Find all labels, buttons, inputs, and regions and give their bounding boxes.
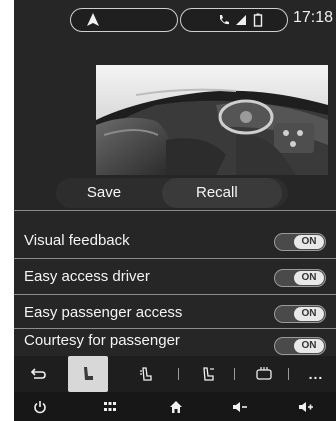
toggle-state: ON (294, 235, 324, 249)
setting-row-easy-passenger-access[interactable]: Easy passenger access ON (14, 300, 336, 328)
seat-function-bar: ... (14, 356, 336, 392)
toggle-state: ON (294, 339, 324, 353)
setting-row-visual-feedback[interactable]: Visual feedback ON (14, 228, 336, 256)
clock: 17:18 (293, 9, 334, 26)
navigation-arrow-icon (87, 13, 99, 26)
toggle-state: ON (294, 271, 324, 285)
power-button[interactable] (20, 392, 60, 421)
visual-feedback-toggle[interactable]: ON (274, 233, 326, 251)
separator (178, 368, 179, 380)
separator (288, 368, 289, 380)
seat-massage-tab[interactable] (126, 356, 166, 392)
navigation-pill[interactable] (70, 8, 178, 32)
seat-icon (84, 367, 93, 380)
power-icon (34, 400, 46, 413)
phone-icon (220, 15, 229, 25)
volume-up-button[interactable] (286, 392, 326, 421)
seat-settings-screen: 17:18 Save Recall Visual feedback ON Eas… (14, 0, 336, 421)
home-button[interactable] (156, 392, 196, 421)
setting-row-courtesy-for-passenger[interactable]: Courtesy for passenger ON (14, 328, 336, 356)
seat-massage-icon (140, 367, 152, 381)
divider (14, 210, 336, 211)
setting-label: Visual feedback (24, 232, 130, 249)
seat-position-icon (203, 367, 214, 381)
toggle-state: ON (294, 307, 324, 321)
volume-down-icon (233, 401, 247, 412)
more-icon: ... (308, 366, 324, 382)
setting-row-easy-access-driver[interactable]: Easy access driver ON (14, 264, 336, 292)
seat-heating-tab[interactable] (244, 356, 284, 392)
signal-icon (236, 15, 246, 25)
easy-access-driver-toggle[interactable]: ON (274, 269, 326, 287)
seat-tab[interactable] (68, 356, 108, 392)
battery-icon (253, 13, 263, 27)
menu-button[interactable] (90, 392, 130, 421)
menu-grid-icon (104, 401, 116, 411)
seat-heating-icon (256, 367, 272, 380)
setting-label: Easy access driver (24, 268, 150, 285)
recall-button[interactable]: Recall (162, 178, 282, 208)
easy-passenger-access-toggle[interactable]: ON (274, 305, 326, 323)
seat-position-tab[interactable] (188, 356, 228, 392)
divider (14, 258, 336, 259)
save-button[interactable]: Save (56, 178, 152, 208)
setting-label: Easy passenger access (24, 304, 183, 321)
back-icon (30, 368, 46, 379)
car-interior-image (96, 65, 328, 175)
volume-up-icon (299, 401, 313, 412)
volume-down-button[interactable] (220, 392, 260, 421)
back-button[interactable] (18, 356, 58, 392)
separator (234, 368, 235, 380)
home-icon (170, 400, 182, 413)
setting-label: Courtesy for passenger (24, 332, 180, 349)
courtesy-for-passenger-toggle[interactable]: ON (274, 337, 326, 355)
memory-buttons: Save Recall (56, 178, 288, 208)
more-button[interactable]: ... (296, 356, 336, 392)
phone-status-pill[interactable] (180, 8, 288, 32)
bottom-bar (14, 392, 336, 421)
divider (14, 294, 336, 295)
